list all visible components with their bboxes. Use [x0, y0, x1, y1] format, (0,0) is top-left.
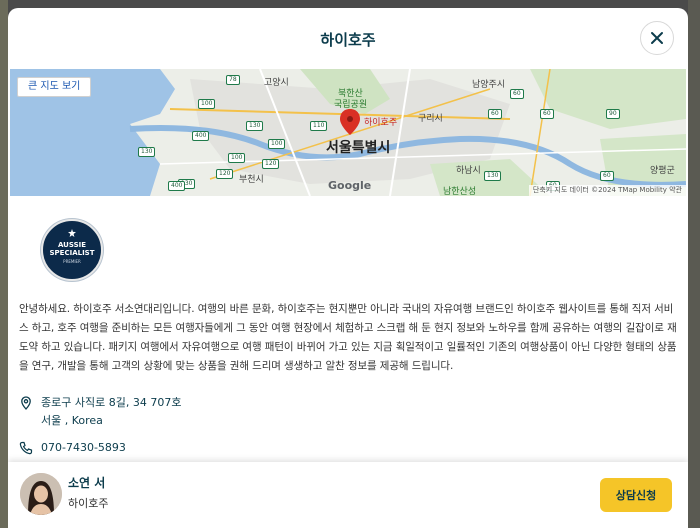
- highway-shield: 110: [310, 121, 328, 131]
- address-line-2: 서울 , Korea: [41, 414, 103, 427]
- close-button[interactable]: [640, 21, 674, 55]
- highway-shield: 90: [606, 109, 620, 119]
- badge-line-2: SPECIALIST: [49, 249, 95, 257]
- google-logo-text: Google: [328, 179, 372, 192]
- highway-shield: 120: [216, 169, 234, 179]
- agent-company: 하이호주: [68, 497, 109, 510]
- highway-shield: 130: [484, 171, 502, 181]
- map-attribution[interactable]: 단축키 지도 데이터 ©2024 TMap Mobility 약관: [528, 185, 686, 196]
- address-line-1: 종로구 사직로 8길, 34 707호: [41, 396, 182, 409]
- modal-footer: 소연 서 하이호주 상담신청: [8, 462, 688, 528]
- highway-shield: 100: [268, 139, 286, 149]
- star-icon: [68, 229, 76, 237]
- map-label-seoul: 서울특별시: [326, 140, 391, 156]
- badge-line-1: AUSSIE: [57, 241, 87, 249]
- agent-modal: 하이호주 고양시 북한산 국립공원 남양주시 구리시 하이호주 서울특별시 하남…: [8, 8, 688, 528]
- highway-shield: 120: [262, 159, 280, 169]
- view-larger-map-button[interactable]: 큰 지도 보기: [17, 77, 92, 97]
- location-icon: [21, 396, 31, 410]
- agent-name: 소연 서: [68, 476, 106, 490]
- map-label-yangpyeong: 양평군: [650, 166, 675, 176]
- map-label-bucheon: 부천시: [239, 175, 264, 185]
- highway-shield: 130: [138, 147, 156, 157]
- close-icon: [651, 32, 663, 44]
- highway-shield: 60: [540, 109, 554, 119]
- phone-row: 070-7430-5893: [19, 439, 126, 457]
- location-map[interactable]: 고양시 북한산 국립공원 남양주시 구리시 하이호주 서울특별시 하남시 부천시…: [10, 69, 686, 196]
- google-logo: Google: [328, 179, 371, 192]
- highway-shield: 60: [510, 89, 524, 99]
- avatar: [20, 473, 62, 515]
- backdrop-right: [688, 0, 700, 528]
- highway-shield: 100: [228, 153, 246, 163]
- map-label-national-park: 국립공원: [334, 100, 368, 110]
- phone-icon: [19, 441, 33, 455]
- agent-profile: AUSSIE SPECIALIST PREMIER 안녕하세요. 하이호주 서소…: [8, 196, 688, 462]
- map-label-namyangju: 남양주시: [472, 80, 506, 90]
- map-label-hanam: 하남시: [456, 166, 481, 176]
- backdrop: [0, 0, 8, 528]
- highway-shield: 60: [488, 109, 502, 119]
- map-label-namhansanseong: 남한산성: [443, 187, 477, 196]
- highway-shield: 100: [198, 99, 216, 109]
- aussie-specialist-badge: AUSSIE SPECIALIST PREMIER: [41, 219, 103, 281]
- map-pin-label: 하이호주: [364, 118, 398, 128]
- map-label-goyang: 고양시: [264, 78, 289, 88]
- consultation-request-button[interactable]: 상담신청: [600, 478, 672, 512]
- highway-shield: 400: [168, 181, 186, 191]
- map-label-guri: 구리시: [418, 114, 443, 124]
- highway-shield: 400: [192, 131, 210, 141]
- avatar-photo: [20, 473, 62, 515]
- modal-header: 하이호주: [8, 8, 688, 69]
- agent-description: 안녕하세요. 하이호주 서소연대리입니다. 여행의 바른 문화, 하이호주는 현…: [19, 303, 677, 372]
- highway-shield: 78: [226, 75, 240, 85]
- phone-number[interactable]: 070-7430-5893: [41, 439, 126, 457]
- address-row: 종로구 사직로 8길, 34 707호 서울 , Korea: [19, 394, 181, 430]
- badge-line-3: PREMIER: [63, 259, 81, 264]
- highway-shield: 60: [600, 171, 614, 181]
- highway-shield: 130: [246, 121, 264, 131]
- modal-title: 하이호주: [320, 31, 376, 49]
